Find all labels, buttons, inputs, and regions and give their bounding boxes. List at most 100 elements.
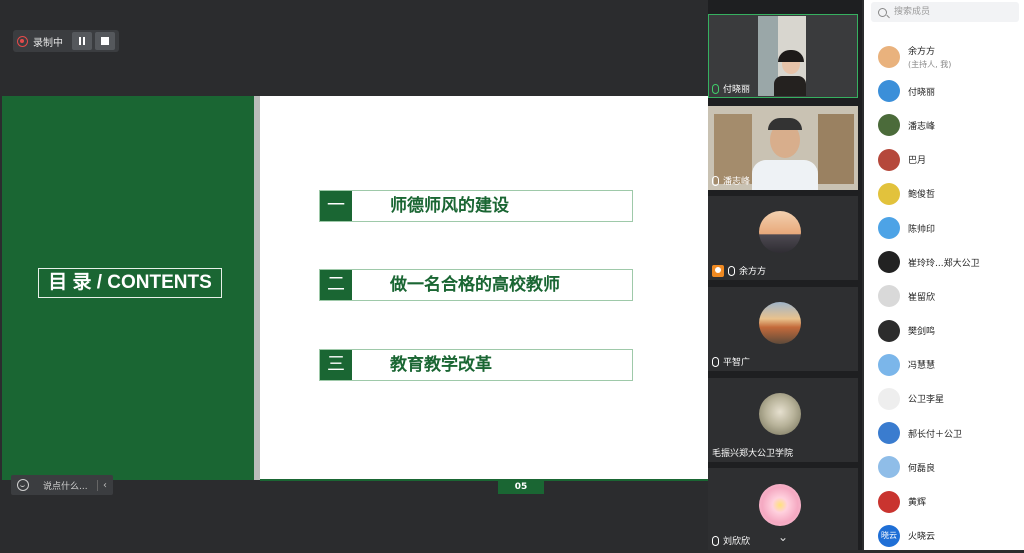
participant-name: 刘欣欣	[723, 537, 751, 547]
slide-divider	[254, 96, 260, 480]
member-info: 潘志峰	[908, 119, 935, 132]
member-name: 冯慧慧	[908, 361, 936, 372]
toc-number: 三	[320, 350, 352, 380]
member-name: 巴月	[908, 156, 927, 167]
toc-number: 二	[320, 270, 352, 300]
member-name: 何磊良	[908, 463, 936, 474]
member-search[interactable]	[871, 2, 1019, 22]
avatar	[878, 353, 900, 376]
chevron-left-icon[interactable]: ‹	[97, 479, 107, 491]
member-name: 樊剑鸣	[908, 327, 936, 338]
member-item[interactable]: 余方方 (主持人, 我)	[864, 40, 1024, 74]
member-info: 火晓云	[908, 529, 935, 542]
avatar	[878, 114, 900, 137]
member-name: 陈帅印	[908, 224, 936, 235]
chat-bar[interactable]: 说点什么... ‹	[11, 475, 113, 495]
member-item[interactable]: 巴月	[864, 143, 1024, 177]
recording-label: 录制中	[33, 37, 63, 49]
tile-label: 付晓丽	[712, 82, 750, 95]
member-name: 鲍俊哲	[908, 190, 936, 201]
member-info: 公卫李星	[908, 392, 944, 405]
participant-name: 付晓丽	[723, 85, 751, 95]
member-info: 何磊良	[908, 461, 935, 474]
avatar	[759, 211, 801, 253]
avatar	[878, 319, 900, 342]
member-info: 樊剑鸣	[908, 324, 935, 337]
member-info: 付晓丽	[908, 85, 935, 98]
member-item[interactable]: 鲍俊哲	[864, 177, 1024, 211]
avatar	[878, 80, 900, 103]
slide-page-number: 05	[498, 481, 544, 494]
member-info: 陈帅印	[908, 222, 935, 235]
shared-screen-area: 录制中 目 录 / CONTENTS 一 师德师风的建设 二 做一名合格的高校教…	[0, 0, 708, 550]
pause-recording-button[interactable]	[72, 32, 92, 50]
member-name: 崔留欣	[908, 292, 936, 303]
member-info: 崔留欣	[908, 290, 935, 303]
member-name: 潘志峰	[908, 121, 936, 132]
member-role: (主持人, 我)	[908, 60, 952, 70]
member-item[interactable]: 黄辉	[864, 484, 1024, 518]
member-item[interactable]: 何磊良	[864, 450, 1024, 484]
member-item[interactable]: 郝长付＋公卫	[864, 416, 1024, 450]
member-item[interactable]: 付晓丽	[864, 74, 1024, 108]
avatar	[878, 182, 900, 205]
avatar	[759, 393, 801, 435]
chat-input[interactable]: 说点什么...	[43, 479, 88, 492]
video-tile[interactable]: 平智广	[708, 287, 858, 371]
avatar	[878, 251, 900, 274]
member-name: 付晓丽	[908, 87, 936, 98]
toc-item-3: 三 教育教学改革	[319, 349, 633, 381]
mic-icon	[712, 356, 719, 367]
member-item[interactable]: 樊剑鸣	[864, 314, 1024, 348]
video-tile[interactable]: 毛振兴郑大公卫学院	[708, 378, 858, 462]
emoji-icon[interactable]	[17, 479, 29, 491]
member-info: 鲍俊哲	[908, 187, 935, 200]
toc-text: 教育教学改革	[390, 355, 492, 375]
stop-recording-button[interactable]	[95, 32, 115, 50]
mic-icon	[728, 265, 735, 276]
member-name: 崔玲玲...郑大公卫	[908, 258, 980, 269]
host-icon	[712, 264, 724, 277]
members-panel: 余方方 (主持人, 我) 付晓丽潘志峰巴月鲍俊哲陈帅印崔玲玲...郑大公卫崔留欣樊剑…	[864, 0, 1024, 550]
member-name: 火晓云	[908, 532, 936, 543]
toc-text: 师德师风的建设	[390, 196, 509, 216]
search-input[interactable]	[892, 6, 1012, 18]
video-tiles-column: 付晓丽 潘志峰 余方方 平智广 毛振兴郑大公卫学院 刘欣欣	[708, 0, 862, 550]
toc-number: 一	[320, 191, 352, 221]
member-name: 余方方	[908, 47, 936, 58]
member-item[interactable]: 陈帅印	[864, 211, 1024, 245]
tile-label: 潘志峰	[712, 174, 750, 187]
member-info: 黄辉	[908, 495, 926, 508]
video-tile[interactable]: 潘志峰	[708, 106, 858, 190]
video-feed	[758, 16, 806, 96]
avatar	[878, 148, 900, 171]
tile-label: 平智广	[712, 355, 750, 368]
contents-title: 目 录 / CONTENTS	[38, 268, 222, 298]
toc-item-2: 二 做一名合格的高校教师	[319, 269, 633, 301]
video-tile[interactable]: 余方方	[708, 196, 858, 280]
member-item[interactable]: 崔玲玲...郑大公卫	[864, 245, 1024, 279]
member-info: 崔玲玲...郑大公卫	[908, 256, 980, 269]
member-info: 巴月	[908, 153, 926, 166]
member-info: 余方方 (主持人, 我)	[908, 44, 951, 70]
member-item[interactable]: 潘志峰	[864, 108, 1024, 142]
chevron-down-icon[interactable]: ⌄	[768, 530, 798, 544]
avatar	[878, 422, 900, 445]
mic-icon	[712, 535, 719, 546]
mic-icon	[712, 175, 719, 186]
member-item[interactable]: 晓云 火晓云	[864, 519, 1024, 553]
member-info: 郝长付＋公卫	[908, 427, 962, 440]
mic-icon	[712, 83, 719, 94]
member-item[interactable]: 冯慧慧	[864, 348, 1024, 382]
avatar	[878, 285, 900, 308]
avatar: 晓云	[878, 524, 900, 547]
member-item[interactable]: 公卫李星	[864, 382, 1024, 416]
member-item[interactable]: 崔留欣	[864, 279, 1024, 313]
video-tile[interactable]: 付晓丽	[708, 14, 858, 98]
member-name: 郝长付＋公卫	[908, 429, 963, 440]
member-name: 公卫李星	[908, 395, 945, 406]
avatar	[878, 387, 900, 410]
avatar	[759, 302, 801, 344]
recording-bar: 录制中	[13, 30, 119, 52]
avatar	[878, 46, 900, 69]
